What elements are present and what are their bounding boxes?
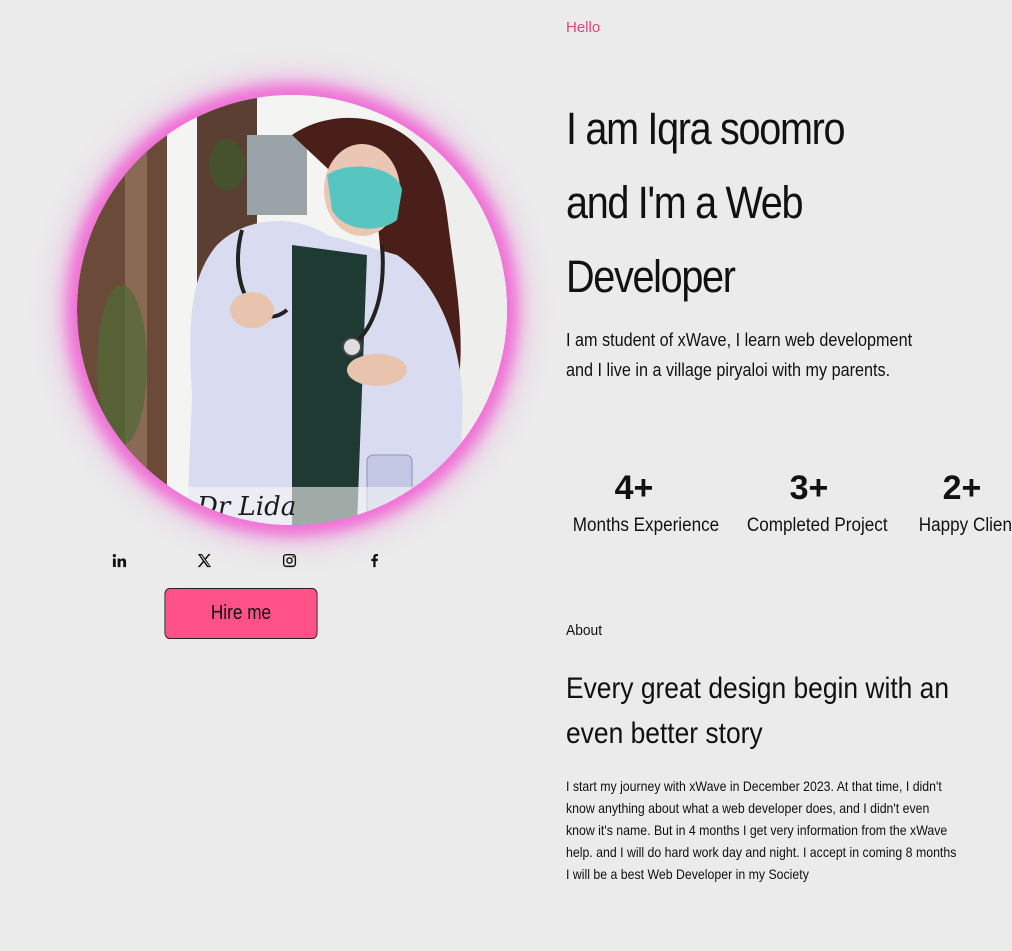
page-title: I am Iqra soomro and I'm a Web Developer xyxy=(566,92,865,314)
headline-line: and I'm a Web xyxy=(566,177,804,228)
about-body-line: know it's name. But in 4 months I get ve… xyxy=(566,822,948,838)
about-label: About xyxy=(566,622,603,639)
stat-experience: 4+ Months Experience xyxy=(566,468,720,544)
instagram-icon[interactable] xyxy=(279,550,299,570)
greeting: Hello xyxy=(566,19,601,36)
stat-projects: 3+ Completed Project xyxy=(740,468,888,544)
about-title: Every great design begin with an even be… xyxy=(566,666,950,756)
headline-line: Developer xyxy=(566,251,736,302)
stat-label: Months Experience xyxy=(572,515,720,536)
about-body-line: I start my journey with xWave in Decembe… xyxy=(566,778,942,794)
stat-value: 3+ xyxy=(789,469,829,507)
stat-label: Happy Client xyxy=(918,515,1012,536)
linkedin-icon[interactable] xyxy=(109,550,129,570)
about-title-line: Every great design begin with an xyxy=(566,672,950,705)
headline-line: I am Iqra soomro xyxy=(566,103,846,154)
stat-label: Completed Project xyxy=(746,515,888,536)
x-icon[interactable] xyxy=(194,550,214,570)
intro-text: I am student of xWave, I learn web devel… xyxy=(566,325,917,385)
portfolio-page: Dr Lida Hire me Hello I am Iqra soomro a… xyxy=(0,0,1012,951)
profile-photo: Dr Lida xyxy=(77,95,507,525)
about-body-line: I will be a best Web Developer in my Soc… xyxy=(566,866,809,882)
stat-value: 4+ xyxy=(614,469,654,507)
stat-clients: 2+ Happy Client xyxy=(914,468,1012,544)
intro-line: and I live in a village piryaloi with my… xyxy=(566,360,891,380)
intro-line: I am student of xWave, I learn web devel… xyxy=(566,330,913,350)
about-body: I start my journey with xWave in Decembe… xyxy=(566,775,957,885)
facebook-icon[interactable] xyxy=(364,550,384,570)
photo-signature: Dr Lida xyxy=(196,492,296,522)
about-title-line: even better story xyxy=(566,717,763,750)
stat-value: 2+ xyxy=(942,469,982,507)
hire-me-button[interactable]: Hire me xyxy=(164,588,318,639)
about-body-line: know anything about what a web developer… xyxy=(566,800,930,816)
about-body-line: help. and I will do hard work day and ni… xyxy=(566,844,957,860)
